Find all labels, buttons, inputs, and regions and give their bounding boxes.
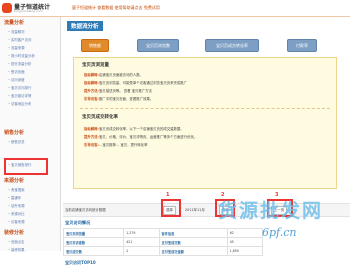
sidebar-group-traffic[interactable]: 流量分析 [4, 19, 24, 26]
table-cell: 62 [226, 228, 264, 238]
desc-line: 指标解释:宝贝页成交转化率，以下一个店铺宝贝页的成交量数据。 [84, 127, 184, 131]
date-value[interactable]: 2011年11月 [185, 207, 205, 212]
sidebar-item[interactable]: 直通车 [8, 195, 21, 200]
sidebar: 流量分析 流量概况 实时客户访问 流量来源 按小时流量分析 按天流量分析 受访页… [0, 17, 61, 252]
desc-line: 指标解释:宝贝页浏览量、可能是单个访客通过浏览宝贝页来完成推广 [84, 81, 188, 85]
desc-line: 引导访客:…宝贝推荐… 宝贝，提升转化率 [84, 143, 148, 147]
app-logo[interactable]: 量子恒道统计 tongji.linezing.com [2, 2, 62, 14]
sidebar-item[interactable]: 按小时流量分析 [8, 53, 35, 58]
watermark-text: 货源批发网 [218, 200, 324, 222]
top10-title: 宝贝访问TOP10 [65, 260, 96, 265]
filter-label: 当前店铺宝贝访问统计数据 [65, 208, 106, 212]
metric-explanation-box: 宝贝页浏览量 指标解释:店铺宝贝页面被访问的人数。 指标解释:宝贝页浏览量、可能… [73, 57, 337, 189]
table-cell: 45 [226, 237, 264, 247]
desc-line: 引导访客:推广中的宝贝页面，查看推广效果。 [84, 97, 154, 101]
tab-sales[interactable]: 销售额 [81, 39, 109, 52]
sidebar-item[interactable]: 淘宝搜索 [8, 187, 25, 192]
sidebar-group-source[interactable]: 来源分析 [4, 177, 24, 184]
sidebar-item[interactable]: 宝贝被访详情 [8, 93, 31, 98]
table-row: 宝贝页访客数 421 支付宝成交数 45 [62, 237, 264, 247]
table-cell: 客件信息 [158, 228, 228, 238]
sidebar-item[interactable]: 销售总览 [8, 139, 25, 144]
table-cell: 宝贝页浏览量 [62, 228, 125, 238]
stats-table: 宝贝页浏览量 1,279 客件信息 62 宝贝页访客数 421 支付宝成交数 4… [62, 228, 264, 256]
sidebar-item[interactable]: 访问深度 [8, 77, 25, 82]
sidebar-item[interactable]: 流量来源 [8, 45, 25, 50]
desc-line: 提升方法:宝贝、价格、评价、宝贝详情页、运营推广等多个方面进行优化。 [84, 135, 198, 139]
desc-line: 指标解释:店铺宝贝页面被访问的人数。 [84, 73, 143, 77]
table-cell: 2 [123, 246, 160, 256]
watermark-url: 6pf.cn [262, 226, 297, 239]
table-cell: 宝贝页访客数 [62, 237, 125, 247]
section-divider [80, 108, 330, 109]
sidebar-item[interactable]: 访客地区分布 [8, 101, 31, 106]
highlight-box [161, 199, 181, 217]
section-title: 宝贝页成交转化率 [82, 115, 118, 120]
sidebar-item[interactable]: 装修效果 [8, 247, 25, 252]
sidebar-item[interactable]: 页面点击 [8, 239, 25, 244]
metric-tabs: 销售额 宝贝页浏览数 宝贝页成交转化率 付款率 [73, 39, 343, 53]
sidebar-group-sales[interactable]: 销售分析 [4, 129, 24, 136]
sidebar-item[interactable]: 访客来源 [8, 219, 25, 224]
top-bar: 量子恒道统计 tongji.linezing.com 量子恒道统计 查看数据 使… [0, 0, 350, 17]
app-url: tongji.linezing.com [14, 9, 43, 13]
page-title: 数据流分析 [67, 21, 103, 31]
table-row: 宝贝成交数 2 支付宝成交金额 1,650 [62, 246, 264, 256]
tab-payment-rate[interactable]: 付款率 [287, 39, 317, 52]
sidebar-item[interactable]: 实时客户访问 [8, 37, 31, 42]
top-notice[interactable]: 量子恒道统计 查看数据 使用帮助请点击 免费试用 [72, 5, 160, 11]
table-cell: 宝贝成交数 [62, 246, 125, 256]
sidebar-item[interactable]: 受访页面 [8, 69, 25, 74]
logo-mark-icon [2, 3, 12, 13]
table-cell: 1,279 [123, 228, 160, 238]
table-cell: 支付宝成交金额 [158, 246, 228, 256]
stats-title: 宝贝访问情况 [65, 220, 91, 225]
table-cell: 1,650 [226, 246, 264, 256]
table-cell: 421 [123, 237, 160, 247]
sidebar-item[interactable]: 流量概况 [8, 29, 25, 34]
selected-item-highlight [4, 158, 48, 175]
sidebar-item[interactable]: 按天流量分析 [8, 61, 31, 66]
step-badge: 1 [166, 192, 170, 198]
sidebar-group-decoration[interactable]: 装修分析 [4, 229, 24, 236]
sidebar-item[interactable]: 宝贝访问排行 [8, 85, 31, 90]
desc-line: 提升方法:宝贝描述页等。 查看 宝贝推广方法 [84, 89, 152, 93]
section-title: 宝贝页浏览量 [82, 63, 109, 68]
tab-page-views[interactable]: 宝贝页浏览数 [137, 39, 179, 52]
table-row: 宝贝页浏览量 1,279 客件信息 62 [62, 228, 264, 238]
sidebar-item[interactable]: 站外来源 [8, 203, 25, 208]
table-cell: 支付宝成交数 [158, 237, 228, 247]
tab-conversion-rate[interactable]: 宝贝页成交转化率 [205, 39, 259, 52]
sidebar-item[interactable]: 来源对比 [8, 211, 25, 216]
